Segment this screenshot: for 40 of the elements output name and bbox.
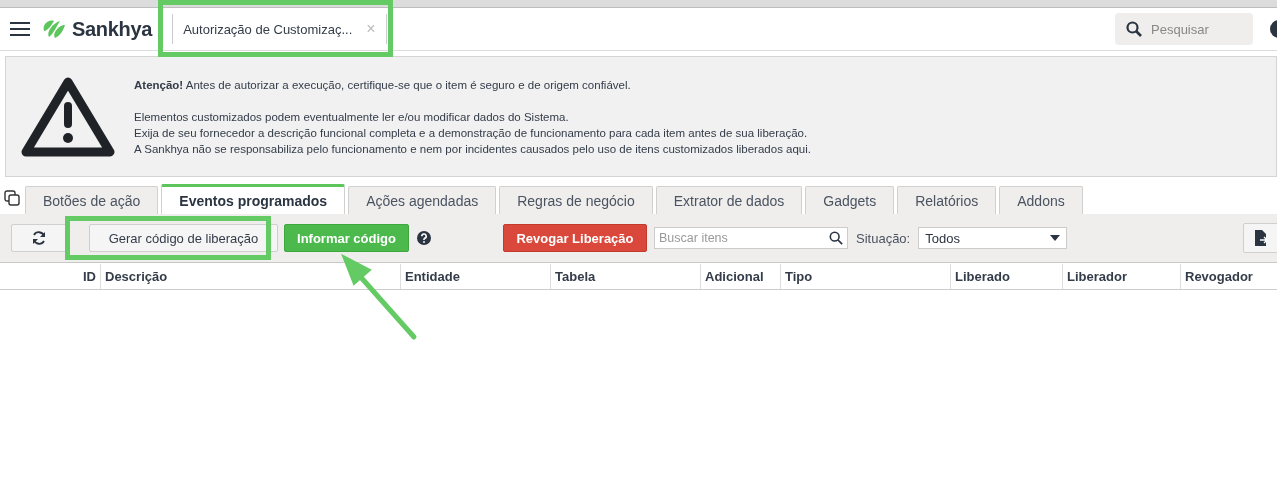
search-icon: [829, 231, 843, 245]
tab[interactable]: Botões de ação: [25, 186, 159, 214]
column-header[interactable]: Tabela: [550, 264, 700, 289]
column-header[interactable]: Tipo: [780, 264, 950, 289]
tab[interactable]: Extrator de dados: [655, 186, 803, 214]
search-icon: [1126, 21, 1142, 37]
tab-title: Autorização de Customizaç...: [183, 21, 353, 37]
help-icon[interactable]: [417, 231, 431, 245]
tab[interactable]: Relatórios: [897, 186, 997, 214]
column-header[interactable]: Liberado: [950, 264, 1062, 289]
warning-text: Exija de seu fornecedor a descrição funcional completa e a demonstração de funcionamento para cada item antes de sua liberação.: [134, 125, 809, 141]
open-tab[interactable]: Autorização de Customizaç... ×: [172, 14, 387, 44]
copy-icon[interactable]: [4, 190, 20, 206]
document-icon: [1255, 230, 1267, 246]
export-button[interactable]: [1243, 223, 1277, 253]
search-field[interactable]: Buscar itens: [654, 227, 848, 249]
column-header[interactable]: Entidade: [400, 264, 550, 289]
tab[interactable]: Regras de negócio: [499, 186, 653, 214]
refresh-icon: [31, 230, 47, 246]
column-header[interactable]: Revogador: [1180, 264, 1277, 289]
warning-text: Elementos customizados podem eventualmente ler e/ou modificar dados do Sistema.: [134, 109, 570, 125]
dropdown-caret-icon: [1050, 235, 1061, 241]
warning-text: Atenção! Antes de autorizar a execução, certifique-se que o item é seguro e de origem confiável.: [134, 77, 632, 93]
refresh-button[interactable]: [11, 224, 67, 252]
revoke-button[interactable]: Revogar Liberação: [503, 224, 647, 252]
column-header[interactable]: Adicional: [700, 264, 780, 289]
tab[interactable]: Gadgets: [805, 186, 895, 214]
column-header[interactable]: Liberador: [1062, 264, 1180, 289]
tab[interactable]: Addons: [999, 186, 1083, 214]
generate-code-button[interactable]: Gerar código de liberação: [89, 224, 278, 252]
warning-icon: [20, 75, 116, 158]
search-field[interactable]: Pesquisar: [1115, 13, 1253, 45]
status-dropdown[interactable]: Todos: [918, 227, 1068, 249]
menu-icon[interactable]: [10, 21, 30, 37]
tab[interactable]: Ações agendadas: [348, 186, 497, 214]
status-label: Situação:: [856, 230, 911, 246]
column-header[interactable]: ID: [0, 264, 100, 289]
tab[interactable]: Eventos programados: [161, 184, 346, 214]
warning-text: A Sankhya não se responsabiliza pelo funcionamento e nem por incidentes causados pelo uso de itens customizados liberados aqui.: [134, 141, 811, 157]
brand-name: Sankhya: [72, 17, 153, 41]
